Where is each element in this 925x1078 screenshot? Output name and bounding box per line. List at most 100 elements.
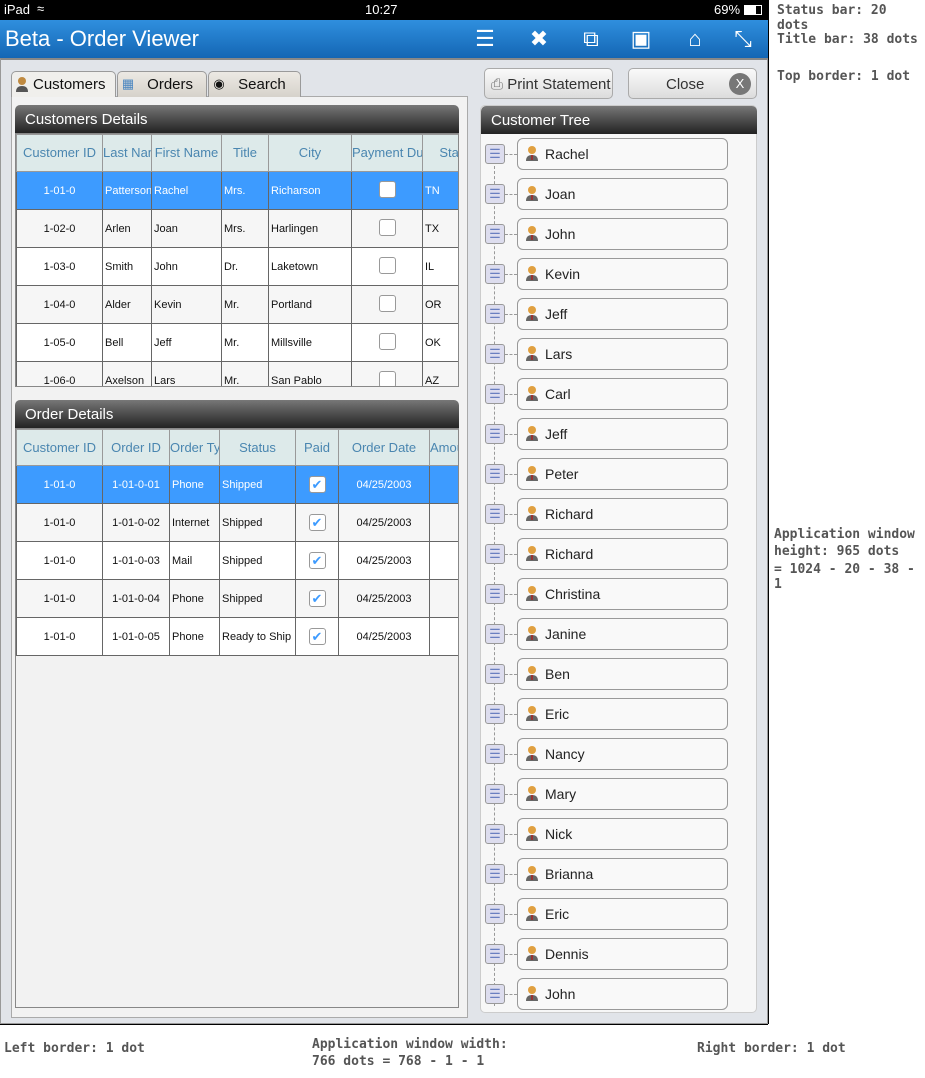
column-header[interactable]: Paid [295,429,339,466]
expand-node-icon[interactable]: ☰ [485,184,505,204]
column-header[interactable]: Title [221,134,269,172]
checkbox[interactable]: ✔ [308,476,326,493]
table-cell: 04/25/2003 [338,465,430,504]
table-row[interactable]: 1-01-0 1-01-0-02 Internet Shipped ✔ 04/25/200… [16,503,458,542]
table-row[interactable]: 1-04-0 Alder Kevin Mr. Portland OR [16,285,458,324]
tab-search[interactable]: ◉ Search [208,71,301,97]
tree-node[interactable]: Brianna [517,858,728,890]
column-header[interactable]: Order Date [338,429,430,466]
tree-node[interactable]: Peter [517,458,728,490]
expand-node-icon[interactable]: ☰ [485,944,505,964]
expand-node-icon[interactable]: ☰ [485,864,505,884]
expand-node-icon[interactable]: ☰ [485,424,505,444]
column-header[interactable]: Customer ID [16,429,103,466]
column-header[interactable]: Customer ID [16,134,103,172]
expand-node-icon[interactable]: ☰ [485,464,505,484]
tree-node[interactable]: Richard [517,538,728,570]
expand-node-icon[interactable]: ☰ [485,704,505,724]
column-header[interactable]: Status [219,429,296,466]
checkbox[interactable]: ✔ [308,514,326,531]
expand-node-icon[interactable]: ☰ [485,744,505,764]
column-header[interactable]: Order ID [102,429,170,466]
tree-node[interactable]: Dennis [517,938,728,970]
tree-node[interactable]: Kevin [517,258,728,290]
checkbox[interactable] [378,180,396,198]
tree-connector [505,794,517,795]
table-row[interactable]: 1-01-0 1-01-0-03 Mail Shipped ✔ 04/25/2003 [16,541,458,580]
tree-node[interactable]: Nick [517,818,728,850]
table-row[interactable]: 1-06-0 Axelson Lars Mr. San Pablo AZ [16,361,458,386]
expand-node-icon[interactable]: ☰ [485,624,505,644]
print-statement-button[interactable]: ⎙ Print Statement [484,68,613,99]
expand-node-icon[interactable]: ☰ [485,984,505,1004]
tree-node[interactable]: Jeff [517,298,728,330]
tools-icon[interactable]: ✖ [526,26,552,52]
home-icon[interactable]: ⌂ [682,26,708,52]
expand-icon[interactable]: ⤡ [730,26,756,52]
tab-orders[interactable]: ▦ Orders [117,71,207,97]
tree-node[interactable]: Eric [517,698,728,730]
customers-grid[interactable]: Customer IDLast NameFirst NameTitleCityP… [15,133,459,387]
tree-node[interactable]: Carl [517,378,728,410]
expand-node-icon[interactable]: ☰ [485,144,505,164]
tree-node[interactable]: Rachel [517,138,728,170]
expand-node-icon[interactable]: ☰ [485,904,505,924]
expand-node-icon[interactable]: ☰ [485,664,505,684]
column-header[interactable]: Amount (U [429,429,458,466]
column-header[interactable]: Last Name [102,134,152,172]
expand-node-icon[interactable]: ☰ [485,584,505,604]
tree-node[interactable]: Lars [517,338,728,370]
table-row[interactable]: 1-01-0 1-01-0-01 Phone Shipped ✔ 04/25/2003 [16,465,458,504]
tree-node[interactable]: Christina [517,578,728,610]
expand-node-icon[interactable]: ☰ [485,784,505,804]
binoculars-icon: ◉ [213,76,225,91]
windows-icon[interactable]: ⧉ [578,26,604,52]
expand-node-icon[interactable]: ☰ [485,544,505,564]
checkbox[interactable] [378,370,396,386]
window-icon[interactable]: ▣ [628,26,654,52]
checkbox[interactable]: ✔ [308,552,326,569]
table-row[interactable]: 1-01-0 1-01-0-05 Phone Ready to Ship ✔ 04/25/… [16,617,458,656]
table-row[interactable]: 1-01-0 1-01-0-04 Phone Shipped ✔ 04/25/2003 [16,579,458,618]
checkbox[interactable] [378,294,396,312]
tree-node[interactable]: Mary [517,778,728,810]
column-header[interactable]: First Name [151,134,222,172]
table-row[interactable]: 1-03-0 Smith John Dr. Laketown IL [16,247,458,286]
tree-node[interactable]: Richard [517,498,728,530]
close-button[interactable]: Close X [628,68,757,99]
tree-node[interactable]: John [517,978,728,1010]
column-header[interactable]: State [422,134,458,172]
tree-node[interactable]: John [517,218,728,250]
expand-node-icon[interactable]: ☰ [485,304,505,324]
column-header[interactable]: Order Type [169,429,220,466]
orders-grid[interactable]: Customer IDOrder IDOrder TypeStatusPaidO… [15,428,459,1008]
checkbox[interactable] [378,332,396,350]
tree-connector [505,314,517,315]
customers-table: Customer IDLast NameFirst NameTitleCityP… [16,134,458,386]
tree-node[interactable]: Janine [517,618,728,650]
table-cell: 1-01-0 [16,465,103,504]
table-row[interactable]: 1-02-0 Arlen Joan Mrs. Harlingen TX [16,209,458,248]
column-header[interactable]: Payment Due [351,134,423,172]
tree-node[interactable]: Joan [517,178,728,210]
tree-node[interactable]: Jeff [517,418,728,450]
expand-node-icon[interactable]: ☰ [485,824,505,844]
expand-node-icon[interactable]: ☰ [485,504,505,524]
tab-customers[interactable]: Customers [11,71,116,97]
checkbox[interactable]: ✔ [308,628,326,645]
checkbox[interactable]: ✔ [308,590,326,607]
tree-node[interactable]: Nancy [517,738,728,770]
table-row[interactable]: 1-01-0 Patterson Rachel Mrs. Richarson TN [16,171,458,210]
table-row[interactable]: 1-05-0 Bell Jeff Mr. Millsville OK [16,323,458,362]
column-header[interactable]: City [268,134,352,172]
checkbox[interactable] [378,256,396,274]
database-icon[interactable]: ☰ [472,26,498,52]
expand-node-icon[interactable]: ☰ [485,384,505,404]
expand-node-icon[interactable]: ☰ [485,224,505,244]
tree-node[interactable]: Eric [517,898,728,930]
expand-node-icon[interactable]: ☰ [485,264,505,284]
checkbox[interactable] [378,218,396,236]
table-cell: Smith [102,247,152,286]
expand-node-icon[interactable]: ☰ [485,344,505,364]
tree-node[interactable]: Ben [517,658,728,690]
